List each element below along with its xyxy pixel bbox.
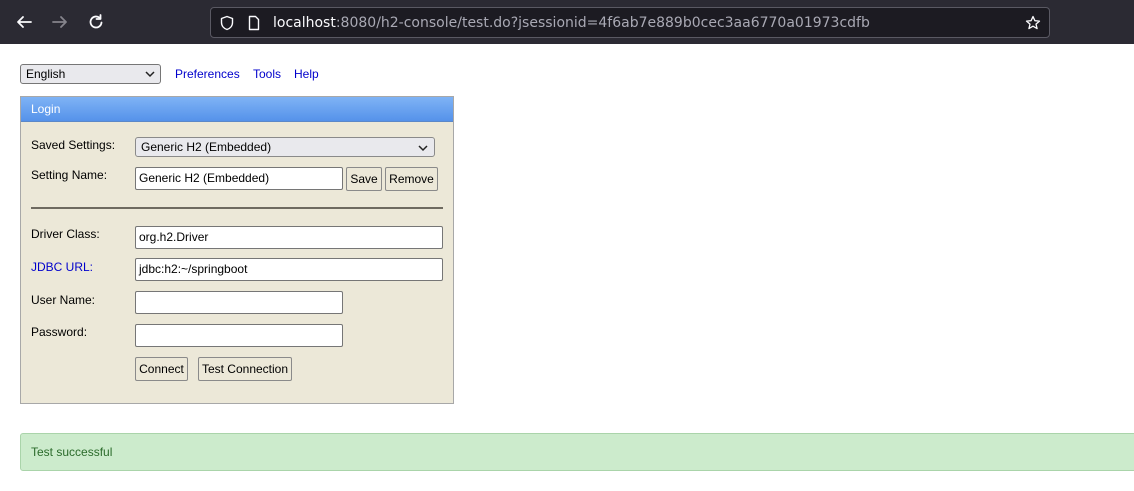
browser-toolbar: localhost:8080/h2-console/test.do?jsessi… [0, 0, 1134, 44]
language-select[interactable]: English [20, 64, 161, 84]
jdbc-url-input[interactable]: jdbc:h2:~/springboot [135, 258, 443, 281]
password-label: Password: [31, 325, 88, 339]
url-path: :8080/h2-console/test.do?jsessionid=4f6a… [335, 15, 870, 31]
jdbc-url-link[interactable]: JDBC URL: [31, 260, 93, 274]
saved-settings-label: Saved Settings: [31, 138, 116, 152]
divider [31, 207, 443, 209]
setting-name-label: Setting Name: [31, 168, 108, 182]
user-name-label: User Name: [31, 293, 96, 307]
forward-button[interactable] [46, 8, 74, 36]
test-connection-button[interactable]: Test Connection [198, 357, 292, 381]
forward-arrow-icon [52, 16, 67, 28]
save-button[interactable]: Save [346, 167, 382, 191]
remove-button[interactable]: Remove [385, 167, 438, 191]
address-bar[interactable]: localhost:8080/h2-console/test.do?jsessi… [210, 7, 1050, 38]
status-message: Test successful [20, 433, 1134, 471]
tools-link[interactable]: Tools [253, 67, 281, 81]
setting-name-input[interactable]: Generic H2 (Embedded) [135, 167, 343, 190]
help-link[interactable]: Help [294, 67, 319, 81]
url-host: localhost [273, 15, 336, 31]
back-button[interactable] [10, 8, 38, 36]
password-input[interactable] [135, 324, 343, 347]
saved-settings-value: Generic H2 (Embedded) [141, 140, 272, 154]
driver-class-input[interactable]: org.h2.Driver [135, 226, 443, 249]
login-panel: Login Saved Settings: Generic H2 (Embedd… [20, 96, 454, 404]
url-text[interactable]: localhost:8080/h2-console/test.do?jsessi… [273, 14, 870, 32]
user-name-input[interactable] [135, 291, 343, 314]
shield-icon[interactable] [218, 14, 236, 32]
saved-settings-select[interactable]: Generic H2 (Embedded) [135, 137, 435, 157]
back-arrow-icon [17, 16, 32, 28]
chevron-down-icon [418, 145, 428, 152]
connect-button[interactable]: Connect [135, 357, 188, 381]
preferences-link[interactable]: Preferences [175, 67, 240, 81]
language-select-value: English [26, 67, 66, 81]
login-title: Login [21, 97, 453, 122]
reload-icon [89, 14, 103, 29]
chevron-down-icon [145, 71, 155, 78]
bookmark-star-icon[interactable] [1024, 14, 1042, 32]
reload-button[interactable] [82, 8, 110, 36]
page-info-icon[interactable] [245, 14, 263, 32]
driver-class-label: Driver Class: [31, 227, 100, 241]
